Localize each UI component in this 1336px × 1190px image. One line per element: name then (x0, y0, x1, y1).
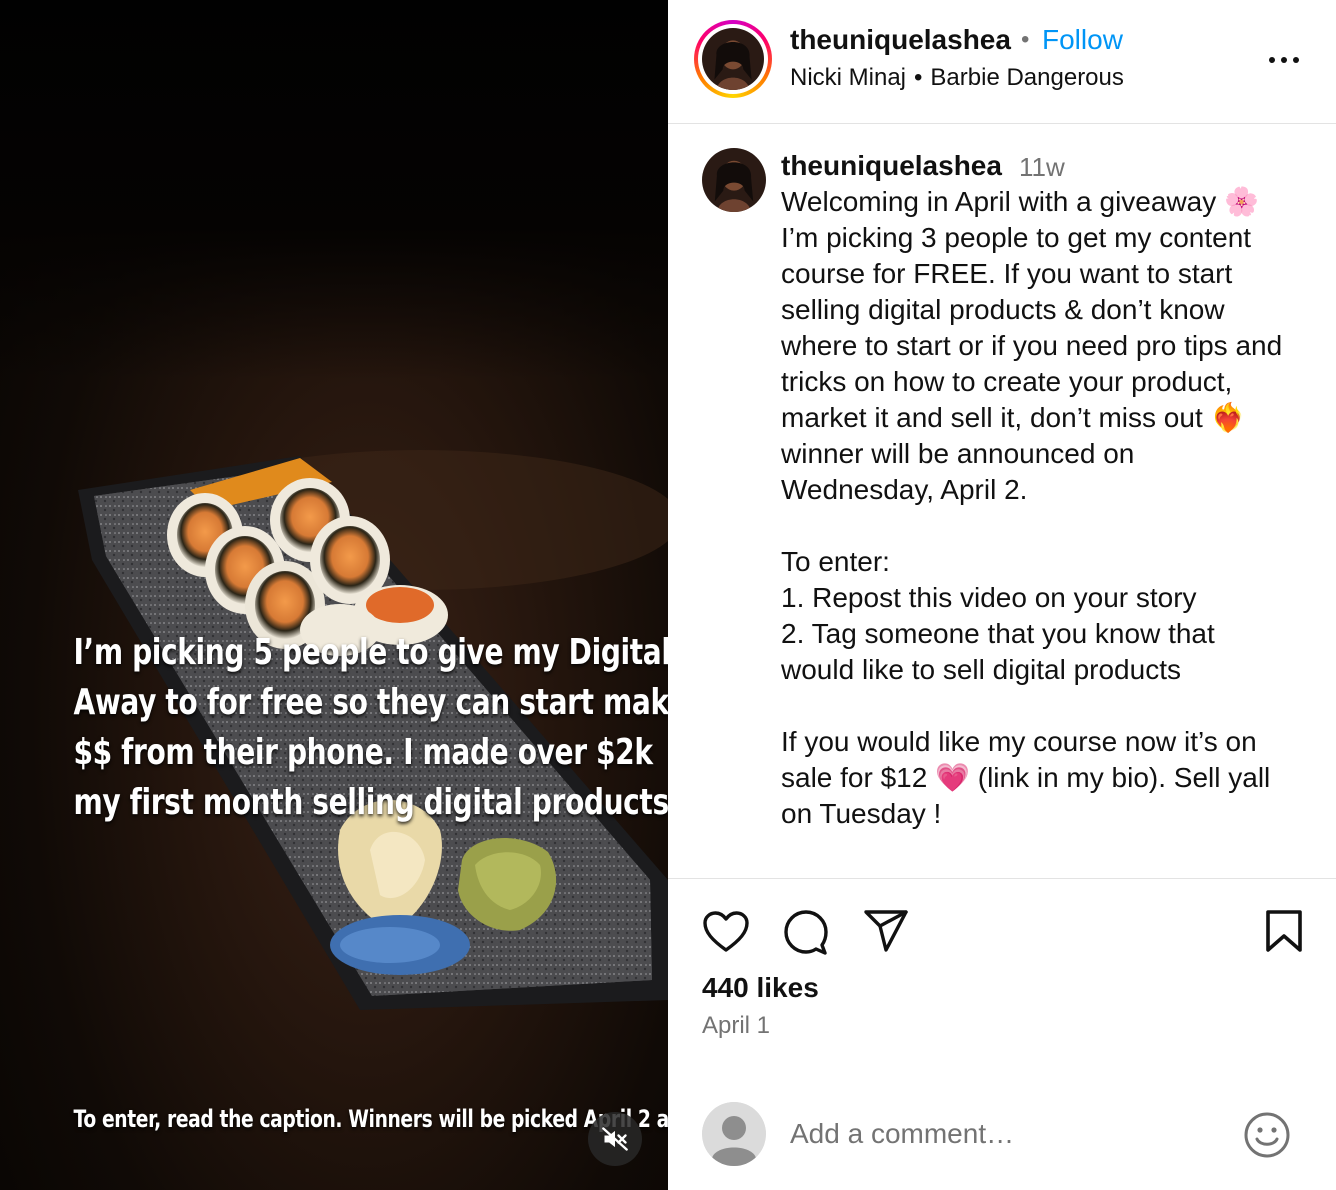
post-header: theuniquelashea • Follow Nicki Minaj • Bar… (668, 0, 1336, 124)
post-details-panel: theuniquelashea • Follow Nicki Minaj • Bar… (668, 0, 1336, 1190)
header-separator: • (1021, 26, 1030, 53)
divider (668, 1080, 1336, 1081)
media-overlay-caption: I’m picking 5 people to give my Digital … (73, 628, 668, 828)
media-overlay-footer: To enter, read the caption. Winners will… (73, 1105, 668, 1133)
overlay-line: Away to for free so they can start makin… (73, 682, 668, 723)
bookmark-icon[interactable] (1264, 908, 1304, 954)
follow-button[interactable]: Follow (1042, 24, 1123, 56)
more-horizontal-icon[interactable] (1266, 48, 1302, 72)
divider (668, 878, 1336, 879)
audio-separator: • (914, 64, 923, 91)
post-media[interactable]: I’m picking 5 people to give my Digital … (0, 0, 668, 1190)
heart-icon[interactable] (702, 910, 750, 954)
author-avatar-story-ring[interactable] (694, 20, 772, 98)
audio-track: Barbie Dangerous (930, 64, 1124, 91)
overlay-line: $$ from their phone. I made over $2k (73, 732, 653, 773)
add-comment-input[interactable] (790, 1112, 1230, 1156)
audio-attribution[interactable]: Nicki Minaj • Barbie Dangerous (790, 64, 1124, 92)
smiley-icon[interactable] (1242, 1110, 1292, 1160)
speaker-muted-icon (602, 1127, 628, 1151)
mute-toggle-button[interactable] (588, 1112, 642, 1166)
author-avatar (702, 28, 764, 90)
overlay-line: my first month selling digital products (73, 782, 668, 823)
caption-text: Welcoming in April with a giveaway 🌸 I’m… (781, 186, 1283, 829)
author-username[interactable]: theuniquelashea (790, 24, 1011, 56)
paper-plane-icon[interactable] (862, 908, 910, 954)
comment-bubble-icon[interactable] (782, 908, 830, 956)
caption-timestamp[interactable]: 11w (1019, 152, 1065, 183)
sushi-plate-image (78, 450, 668, 1010)
caption-author-avatar[interactable] (702, 148, 766, 212)
audio-artist: Nicki Minaj (790, 64, 907, 91)
overlay-line: I’m picking 5 people to give my Digital … (73, 632, 668, 673)
post-date[interactable]: April 1 (702, 1012, 770, 1040)
viewer-avatar (702, 1102, 766, 1166)
caption-username[interactable]: theuniquelashea (781, 150, 1002, 182)
like-count[interactable]: 440 likes (702, 972, 819, 1004)
